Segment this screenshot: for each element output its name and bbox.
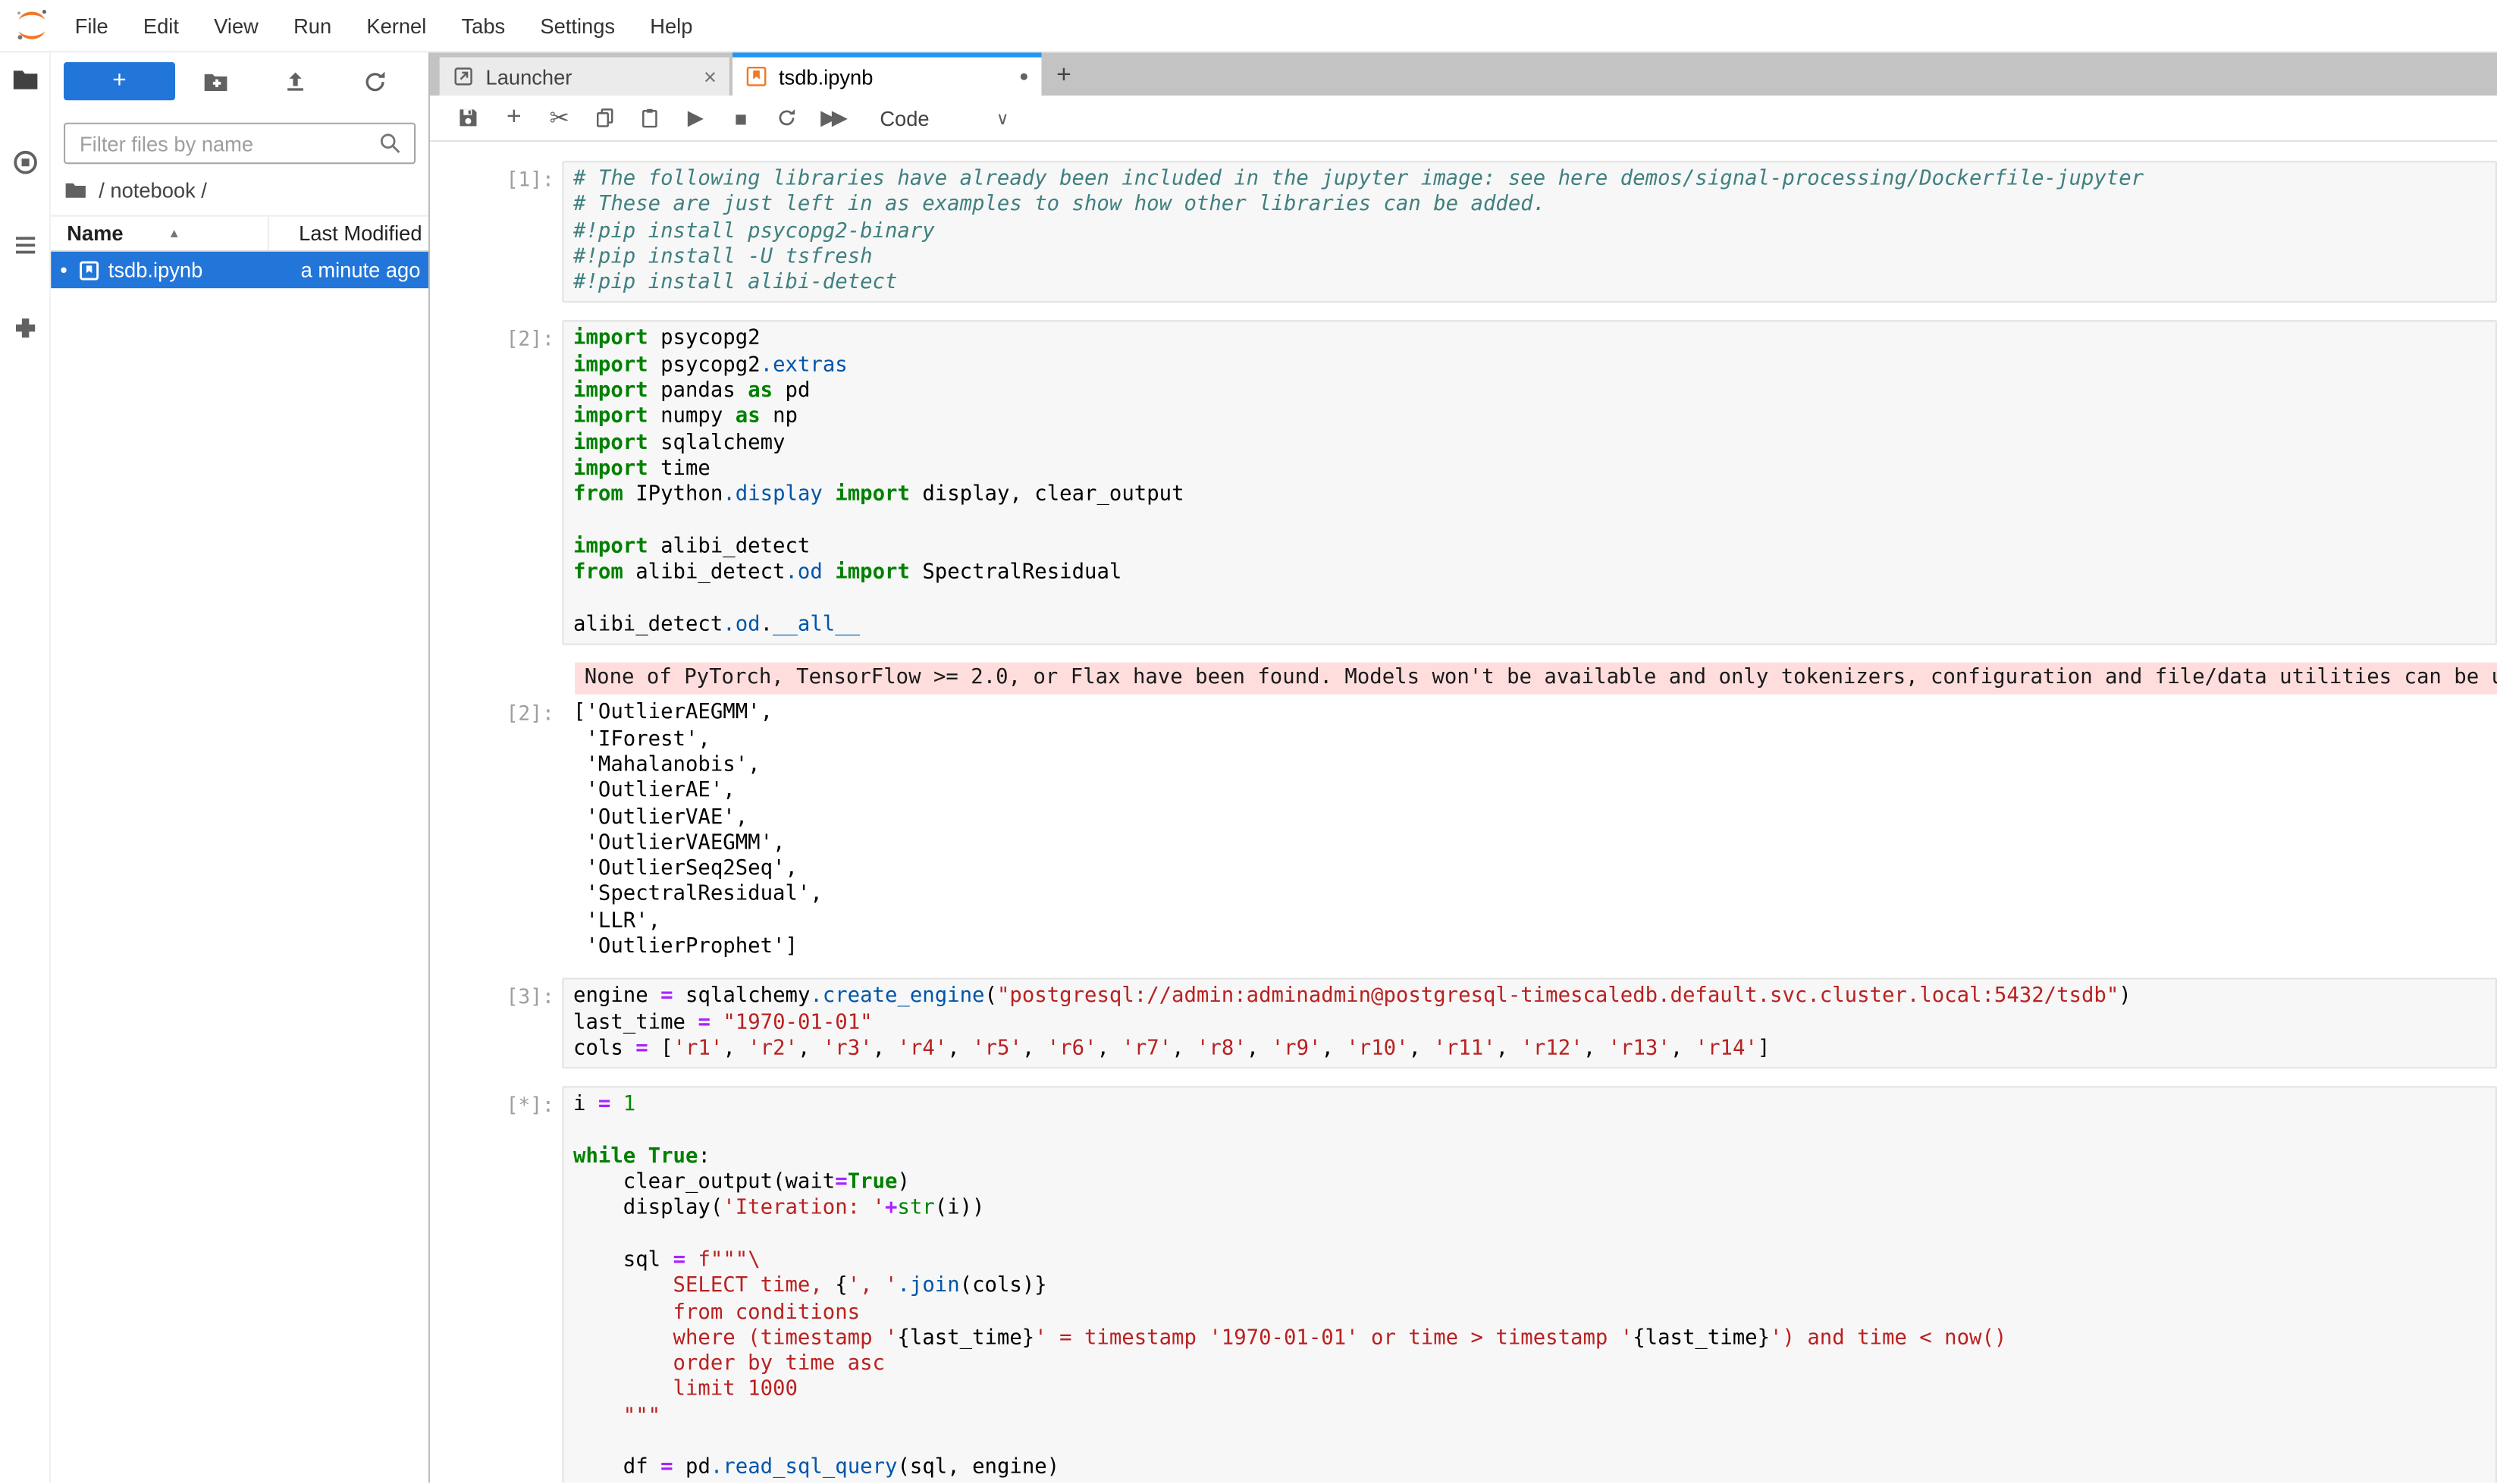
menu-tabs[interactable]: Tabs bbox=[444, 14, 522, 38]
cell-output-prompt: [2]: bbox=[443, 701, 563, 961]
notebook-cell[interactable]: [1]:# The following libraries have alrea… bbox=[443, 161, 2497, 303]
restart-kernel-button[interactable] bbox=[764, 96, 809, 140]
cell-type-value: Code bbox=[880, 106, 929, 130]
new-launcher-button[interactable]: + bbox=[64, 62, 175, 100]
tab-label: Launcher bbox=[486, 64, 693, 89]
breadcrumb[interactable]: / notebook / bbox=[51, 164, 428, 210]
upload-icon[interactable] bbox=[256, 62, 336, 100]
cut-cells-button[interactable]: ✂ bbox=[537, 96, 582, 140]
file-name: tsdb.ipynb bbox=[108, 258, 293, 282]
file-modified: a minute ago bbox=[301, 258, 421, 282]
cell-input-prompt: [3]: bbox=[443, 978, 563, 1068]
sort-ascending-icon[interactable]: ▲ bbox=[168, 226, 180, 240]
save-button[interactable] bbox=[446, 96, 491, 140]
table-of-contents-icon[interactable] bbox=[11, 231, 39, 260]
menu-kernel[interactable]: Kernel bbox=[349, 14, 444, 38]
menu-file[interactable]: File bbox=[58, 14, 126, 38]
notebook-cell[interactable]: [3]:engine = sqlalchemy.create_engine("p… bbox=[443, 978, 2497, 1068]
chevron-down-icon: ∨ bbox=[996, 108, 1009, 128]
code-cell-editor[interactable]: i = 1 while True: clear_output(wait=True… bbox=[562, 1087, 2497, 1483]
add-cell-button[interactable]: + bbox=[491, 96, 537, 140]
notebook-file-icon bbox=[78, 259, 100, 281]
running-sessions-icon[interactable] bbox=[11, 148, 39, 177]
file-browser-panel: + / note bbox=[51, 52, 430, 1482]
filter-files-input[interactable] bbox=[77, 130, 378, 157]
file-list-header[interactable]: Name ▲ Last Modified bbox=[51, 215, 428, 252]
jupyterlab-app: File Edit View Run Kernel Tabs Settings … bbox=[0, 0, 2497, 1484]
search-icon bbox=[378, 130, 403, 156]
stop-button[interactable]: ■ bbox=[718, 96, 764, 140]
menu-bar: File Edit View Run Kernel Tabs Settings … bbox=[0, 0, 2497, 52]
run-button[interactable]: ▶ bbox=[673, 96, 718, 140]
filter-files-box[interactable] bbox=[64, 123, 416, 165]
file-row-tsdb[interactable]: • tsdb.ipynb a minute ago bbox=[51, 252, 428, 288]
dock-tab-bar: Launcher × tsdb.ipynb ● + bbox=[430, 52, 2497, 96]
close-tab-icon[interactable]: × bbox=[704, 64, 717, 89]
copy-cells-button[interactable] bbox=[582, 96, 628, 140]
menu-run[interactable]: Run bbox=[276, 14, 349, 38]
menu-settings[interactable]: Settings bbox=[522, 14, 632, 38]
notebook-cell[interactable]: [2]:import psycopg2import psycopg2.extra… bbox=[443, 321, 2497, 645]
folder-icon bbox=[64, 178, 88, 202]
refresh-icon[interactable] bbox=[335, 62, 416, 100]
cell-output: [2]:['OutlierAEGMM', 'IForest', 'Mahalan… bbox=[443, 701, 2497, 961]
folder-icon[interactable] bbox=[11, 65, 39, 94]
unsaved-changes-icon[interactable]: ● bbox=[1019, 67, 1029, 85]
column-name-label[interactable]: Name bbox=[67, 221, 123, 246]
notebook-toolbar: + ✂ ▶ ■ ▶▶ Code ∨ bbox=[430, 96, 2497, 142]
unsaved-dot-icon: • bbox=[58, 258, 71, 282]
notebook-cell[interactable]: [*]:i = 1 while True: clear_output(wait=… bbox=[443, 1087, 2497, 1483]
breadcrumb-path: / notebook / bbox=[99, 178, 207, 202]
paste-cells-button[interactable] bbox=[627, 96, 673, 140]
tab-launcher[interactable]: Launcher × bbox=[440, 58, 729, 96]
code-cell-editor[interactable]: engine = sqlalchemy.create_engine("postg… bbox=[562, 978, 2497, 1068]
menu-edit[interactable]: Edit bbox=[126, 14, 196, 38]
cell-input-prompt: [1]: bbox=[443, 161, 563, 303]
column-modified-label[interactable]: Last Modified bbox=[268, 217, 428, 250]
cell-type-select[interactable]: Code ∨ bbox=[880, 106, 1009, 130]
notebook-icon bbox=[745, 65, 767, 87]
cell-input-prompt: [*]: bbox=[443, 1087, 563, 1483]
extensions-puzzle-icon[interactable] bbox=[11, 314, 39, 343]
menu-view[interactable]: View bbox=[196, 14, 276, 38]
code-cell-editor[interactable]: # The following libraries have already b… bbox=[562, 161, 2497, 303]
launcher-icon bbox=[452, 65, 474, 87]
new-folder-icon[interactable] bbox=[175, 62, 256, 100]
file-browser-toolbar: + bbox=[51, 52, 428, 106]
code-cell-editor[interactable]: import psycopg2import psycopg2.extrasimp… bbox=[562, 321, 2497, 645]
menu-help[interactable]: Help bbox=[632, 14, 710, 38]
tab-tsdb-notebook[interactable]: tsdb.ipynb ● bbox=[732, 52, 1041, 96]
tab-label: tsdb.ipynb bbox=[779, 64, 1008, 89]
main-dock-panel: Launcher × tsdb.ipynb ● + + ✂ bbox=[430, 52, 2497, 1482]
stderr-output: None of PyTorch, TensorFlow >= 2.0, or F… bbox=[575, 663, 2497, 695]
activity-bar bbox=[0, 52, 51, 1482]
new-tab-button[interactable]: + bbox=[1045, 58, 1083, 96]
notebook-cells: [1]:# The following libraries have alrea… bbox=[430, 142, 2497, 1482]
cell-input-prompt: [2]: bbox=[443, 321, 563, 645]
jupyter-logo-icon bbox=[13, 6, 51, 44]
run-all-button[interactable]: ▶▶ bbox=[809, 96, 859, 140]
output-text: ['OutlierAEGMM', 'IForest', 'Mahalanobis… bbox=[562, 701, 822, 961]
